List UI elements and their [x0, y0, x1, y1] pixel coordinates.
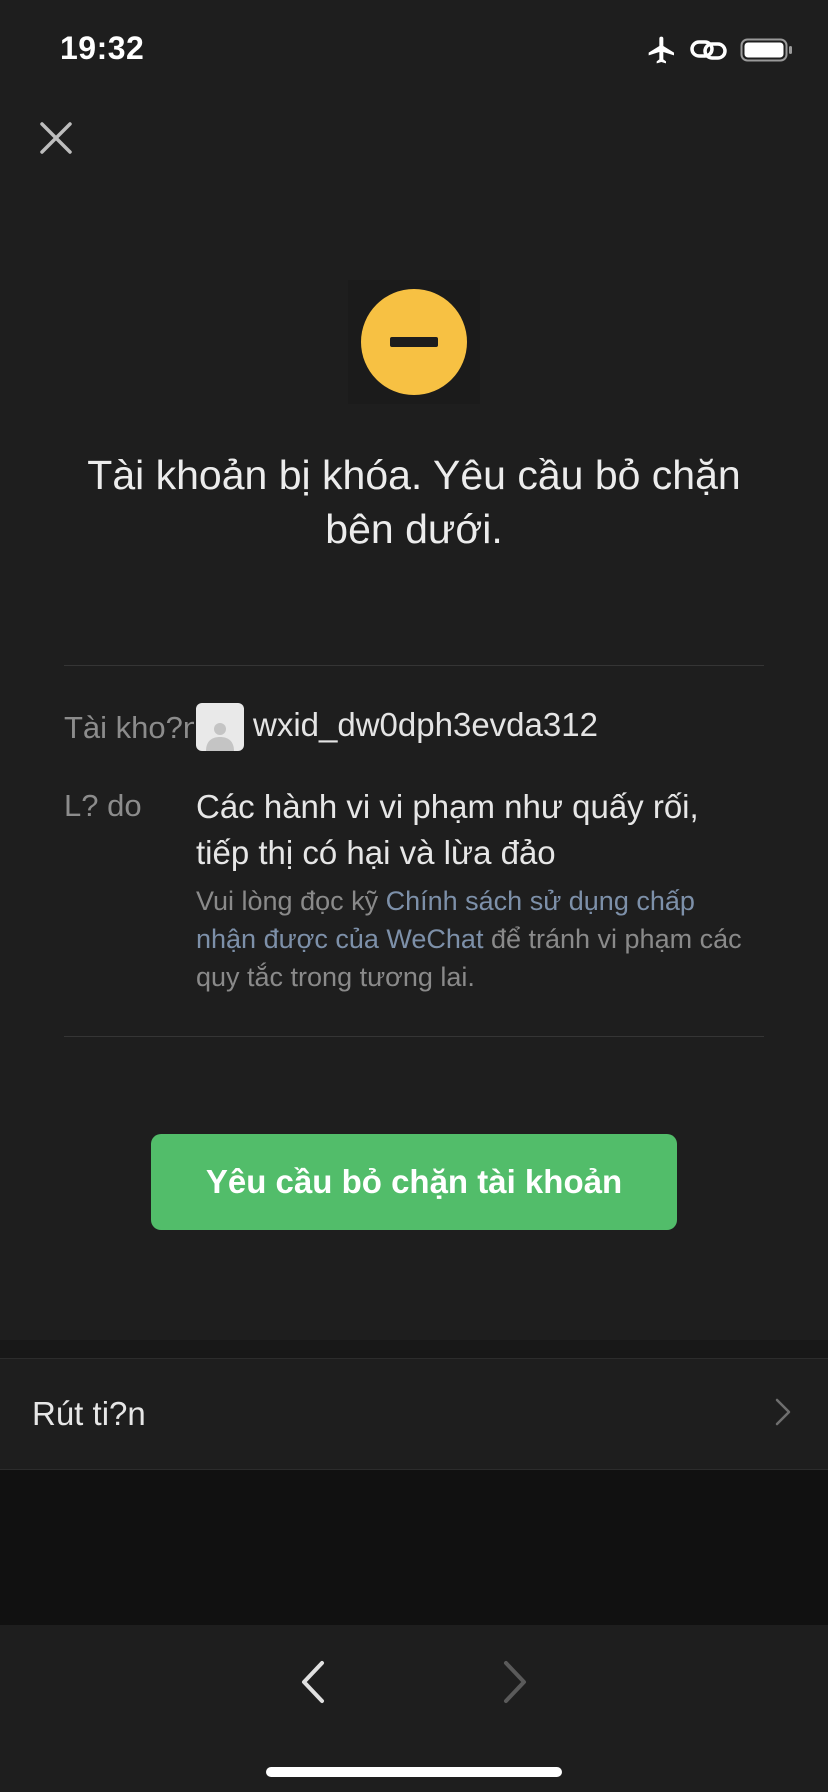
- account-label: Tài kho?n: [64, 710, 194, 745]
- close-icon: [40, 122, 72, 154]
- page-title: Tài khoản bị khóa. Yêu cầu bỏ chặn bên d…: [87, 452, 741, 552]
- withdraw-label: Rút ti?n: [32, 1395, 146, 1432]
- minus-circle-icon: [361, 289, 467, 395]
- link-icon: [690, 40, 727, 60]
- notice-icon-wrap: [348, 280, 480, 404]
- divider-top: [64, 665, 764, 666]
- chevron-left-icon: [302, 1661, 324, 1703]
- unblock-account-button[interactable]: Yêu cầu bỏ chặn tài khoản: [151, 1134, 677, 1230]
- policy-note: Vui lòng đọc kỹ Chính sách sử dụng chấp …: [196, 882, 756, 996]
- bottom-toolbar: [0, 1625, 828, 1792]
- minus-bar: [390, 337, 438, 347]
- close-button[interactable]: [36, 118, 76, 158]
- account-id: wxid_dw0dph3evda312: [253, 706, 598, 743]
- divider-bottom: [64, 1036, 764, 1037]
- battery-icon: [740, 38, 792, 62]
- status-icons: [646, 34, 794, 66]
- chevron-right-icon: [504, 1661, 526, 1703]
- chevron-right-icon: [775, 1398, 791, 1426]
- home-indicator: [266, 1767, 562, 1777]
- reason-text: Các hành vi vi phạm như quấy rối, tiếp t…: [196, 788, 699, 871]
- status-bar: 19:32: [0, 0, 828, 100]
- section-gap: [0, 1340, 828, 1358]
- back-button[interactable]: [294, 1655, 334, 1709]
- empty-area: [0, 1470, 828, 1625]
- forward-button[interactable]: [494, 1655, 534, 1709]
- airplane-mode-icon: [648, 36, 674, 64]
- default-avatar-icon: [206, 723, 234, 751]
- avatar: [196, 703, 244, 751]
- withdraw-row[interactable]: Rút ti?n: [0, 1358, 828, 1470]
- status-time: 19:32: [60, 30, 145, 66]
- reason-label: L? do: [64, 788, 142, 823]
- note-prefix: Vui lòng đọc kỹ: [196, 886, 386, 916]
